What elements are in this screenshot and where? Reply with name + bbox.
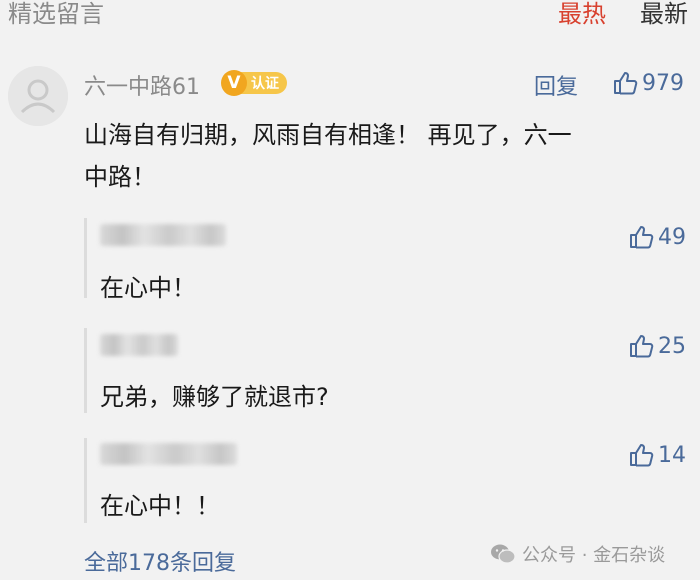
reply-text: 在心中！！ [100, 492, 220, 520]
avatar[interactable] [8, 66, 68, 126]
reply-like-button[interactable]: 25 [628, 333, 686, 359]
thumbs-up-icon [630, 226, 654, 249]
like-count: 979 [642, 70, 684, 96]
verified-badge: V 认证 [221, 70, 287, 96]
thumbs-up-icon [630, 444, 654, 467]
watermark-text: 公众号 · 金石杂谈 [522, 545, 666, 566]
reply-text: 在心中！ [100, 274, 196, 302]
reply-like-count: 25 [658, 333, 686, 359]
reply-like-button[interactable]: 14 [628, 442, 686, 468]
reply-thread-line [84, 438, 87, 523]
watermark: 公众号 · 金石杂谈 [490, 541, 665, 567]
view-all-replies-link[interactable]: 全部178条回复 [84, 545, 236, 577]
verified-v-icon: V [221, 70, 247, 96]
comment-author[interactable]: 六一中路61 [84, 69, 200, 101]
reply-author-blurred [100, 443, 237, 465]
thumbs-up-icon [614, 72, 638, 95]
reply-thread-line [84, 218, 87, 298]
reply-author-blurred [100, 224, 226, 246]
thumbs-up-icon [630, 335, 654, 358]
sort-new-tab[interactable]: 最新 [640, 0, 688, 29]
comment-text: 山海自有归期，风雨自有相逢！ 再见了，六一 中路！ [84, 114, 674, 198]
wechat-icon [491, 544, 516, 564]
reply-like-count: 14 [658, 442, 686, 468]
comment-text-line: 中路！ [84, 163, 156, 191]
comment-text-line: 山海自有归期，风雨自有相逢！ 再见了，六一 [84, 121, 572, 149]
like-button[interactable]: 979 [612, 70, 684, 96]
reply-like-count: 49 [658, 224, 686, 250]
section-title: 精选留言 [8, 0, 104, 28]
reply-author-blurred [100, 334, 178, 356]
reply-button[interactable]: 回复 [534, 69, 578, 101]
reply-like-button[interactable]: 49 [628, 224, 686, 250]
verified-label: 认证 [241, 72, 287, 94]
comments-header: 精选留言 最热 最新 [0, 0, 700, 30]
reply-thread-line [84, 328, 87, 413]
default-user-avatar-icon [8, 66, 68, 126]
sort-hot-tab[interactable]: 最热 [558, 0, 606, 29]
reply-text: 兄弟，赚够了就退市? [100, 383, 329, 411]
